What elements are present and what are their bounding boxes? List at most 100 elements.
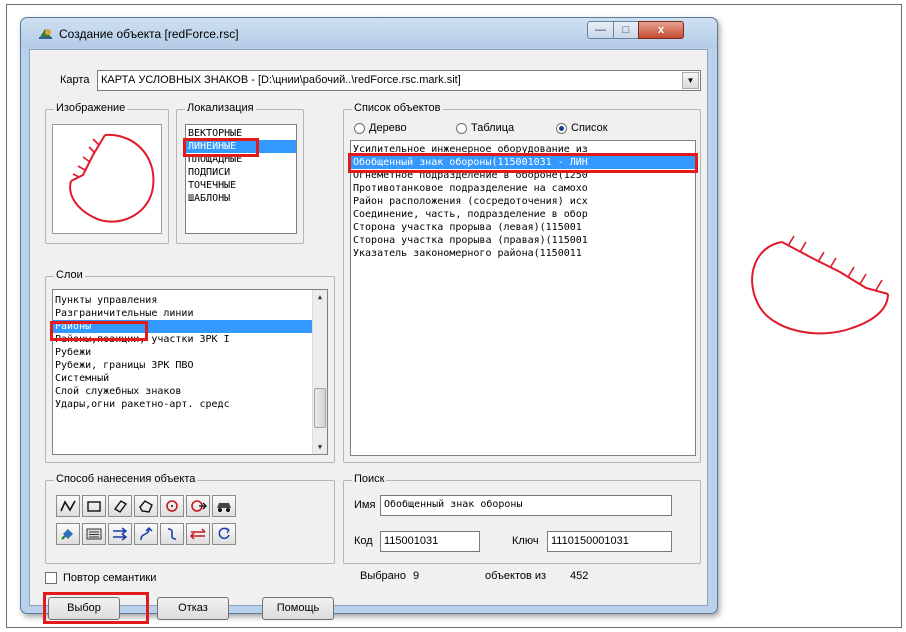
- rotate-tool-button[interactable]: [212, 523, 236, 545]
- curve-tool-button[interactable]: [160, 523, 184, 545]
- name-field[interactable]: Обобщенный знак обороны: [380, 495, 672, 516]
- list-item[interactable]: Указатель закономерного района(1150011: [351, 247, 695, 260]
- list-item[interactable]: Рубежи: [53, 346, 327, 359]
- swap-arrows-tool-button[interactable]: [186, 523, 210, 545]
- object-list-group-title: Список объектов: [352, 102, 443, 114]
- image-preview: [52, 124, 162, 234]
- highlight-annotation: [183, 138, 259, 157]
- drawing-method-group: Способ нанесения объекта: [45, 473, 335, 564]
- keyboard-tool-button[interactable]: [82, 523, 106, 545]
- curved-arrow-tool-button[interactable]: [134, 523, 158, 545]
- rectangle-tool-icon: [87, 501, 101, 512]
- list-item[interactable]: Сторона участка прорыва (левая)(115001: [351, 221, 695, 234]
- highlight-annotation: [348, 153, 698, 173]
- list-item[interactable]: Рубежи, границы ЗРК ПВО: [53, 359, 327, 372]
- search-group-title: Поиск: [352, 473, 387, 485]
- maximize-icon: □: [622, 24, 630, 36]
- image-group-title: Изображение: [54, 102, 128, 114]
- rotated-rectangle-tool-button[interactable]: [108, 495, 132, 517]
- list-item[interactable]: ПОДПИСИ: [186, 166, 296, 179]
- layers-group-title: Слои: [54, 269, 85, 281]
- scroll-up-icon[interactable]: ▲: [313, 290, 327, 304]
- code-field[interactable]: 115001031: [380, 531, 480, 552]
- app-icon: [39, 29, 52, 39]
- list-item[interactable]: ТОЧЕЧНЫЕ: [186, 179, 296, 192]
- rotate-tool-icon: [218, 527, 230, 540]
- keyboard-tool-icon: [86, 528, 102, 540]
- view-list-radio[interactable]: Список: [556, 122, 608, 134]
- layers-list[interactable]: Пункты управления Разграничительные лини…: [52, 289, 328, 455]
- map-combo-value: КАРТА УСЛОВНЫХ ЗНАКОВ - [D:\цнии\рабочий…: [101, 74, 461, 86]
- double-arrow-tool-button[interactable]: [108, 523, 132, 545]
- list-item[interactable]: Слой служебных знаков: [53, 385, 327, 398]
- chevron-down-icon[interactable]: ▼: [682, 72, 699, 89]
- localization-group: Локализация ВЕКТОРНЫЕ ЛИНЕЙНЫЕ ПЛОЩАДНЫЕ…: [176, 102, 304, 244]
- list-item[interactable]: Удары,огни ракетно-арт. средс: [53, 398, 327, 411]
- list-item[interactable]: ШАБЛОНЫ: [186, 192, 296, 205]
- list-item[interactable]: Противотанковое подразделение на самохо: [351, 182, 695, 195]
- list-item[interactable]: Район расположения (сосредоточения) исх: [351, 195, 695, 208]
- radio-icon[interactable]: [456, 122, 467, 134]
- create-object-dialog: Создание объекта [redForce.rsc] — □ x Ка…: [20, 17, 718, 624]
- polygon-tool-button[interactable]: [134, 495, 158, 517]
- curved-arrow-tool-icon: [140, 526, 153, 541]
- highlight-annotation: [43, 592, 149, 624]
- scroll-thumb[interactable]: [314, 388, 326, 428]
- polyline-tool-icon: [60, 500, 76, 512]
- total-count: 452: [570, 570, 589, 582]
- close-icon: x: [657, 24, 665, 36]
- objects-list[interactable]: Усилительное инженерное оборудование из …: [350, 140, 696, 456]
- selected-label: Выбрано: [360, 570, 406, 582]
- cancel-button[interactable]: Отказ: [157, 597, 229, 620]
- polygon-tool-icon: [139, 500, 153, 513]
- selected-count: 9: [413, 570, 420, 582]
- map-combo[interactable]: КАРТА УСЛОВНЫХ ЗНАКОВ - [D:\цнии\рабочий…: [97, 70, 701, 91]
- drawing-method-group-title: Способ нанесения объекта: [54, 473, 198, 485]
- key-label: Ключ: [512, 535, 539, 547]
- list-item[interactable]: Соединение, часть, подразделение в обор: [351, 208, 695, 221]
- view-table-radio[interactable]: Таблица: [456, 122, 514, 134]
- list-item[interactable]: Пункты управления: [53, 294, 327, 307]
- circle-arrow-tool-icon: [191, 500, 207, 512]
- circle-arrow-tool-button[interactable]: [186, 495, 210, 517]
- of-label: объектов из: [485, 570, 547, 582]
- code-label: Код: [354, 535, 373, 547]
- rectangle-tool-button[interactable]: [82, 495, 106, 517]
- key-field[interactable]: 1110150001031: [547, 531, 672, 552]
- object-list-group: Список объектов Дерево Таблица Список Ус…: [343, 102, 701, 463]
- swap-arrows-tool-icon: [189, 528, 206, 540]
- vehicle-tool-icon: [217, 503, 231, 512]
- circle-tool-icon: [166, 500, 178, 512]
- fill-bucket-tool-button[interactable]: [56, 523, 80, 545]
- view-tree-label: Дерево: [369, 122, 407, 134]
- help-button[interactable]: Помощь: [262, 597, 334, 620]
- layers-scrollbar[interactable]: ▲ ▼: [312, 290, 327, 454]
- circle-tool-button[interactable]: [160, 495, 184, 517]
- radio-selected-icon[interactable]: [556, 122, 567, 134]
- scroll-down-icon[interactable]: ▼: [313, 440, 327, 454]
- list-item[interactable]: Системный: [53, 372, 327, 385]
- view-tree-radio[interactable]: Дерево: [354, 122, 407, 134]
- view-table-label: Таблица: [471, 122, 515, 134]
- list-item[interactable]: Сторона участка прорыва (правая)(115001: [351, 234, 695, 247]
- curve-tool-icon: [167, 528, 177, 540]
- vehicle-tool-button[interactable]: [212, 495, 236, 517]
- defense-symbol-large-icon: [751, 235, 889, 335]
- maximize-button[interactable]: □: [613, 21, 639, 39]
- localization-group-title: Локализация: [185, 102, 256, 114]
- minimize-icon: —: [595, 24, 606, 36]
- search-group: Поиск Имя Обобщенный знак обороны Код 11…: [343, 473, 701, 564]
- map-label: Карта: [60, 74, 90, 86]
- name-label: Имя: [354, 499, 376, 511]
- dialog-client-area: Карта КАРТА УСЛОВНЫХ ЗНАКОВ - [D:\цнии\р…: [29, 49, 708, 624]
- highlight-annotation: [50, 321, 148, 341]
- polyline-tool-button[interactable]: [56, 495, 80, 517]
- close-button[interactable]: x: [638, 21, 684, 39]
- window-title: Создание объекта [redForce.rsc]: [59, 27, 239, 41]
- semantics-repeat-label: Повтор семантики: [63, 572, 157, 584]
- list-item[interactable]: Разграничительные линии: [53, 307, 327, 320]
- minimize-button[interactable]: —: [587, 21, 614, 39]
- semantics-repeat-checkbox[interactable]: [45, 572, 57, 584]
- defense-symbol-preview-icon: [69, 133, 155, 223]
- radio-icon[interactable]: [354, 122, 365, 134]
